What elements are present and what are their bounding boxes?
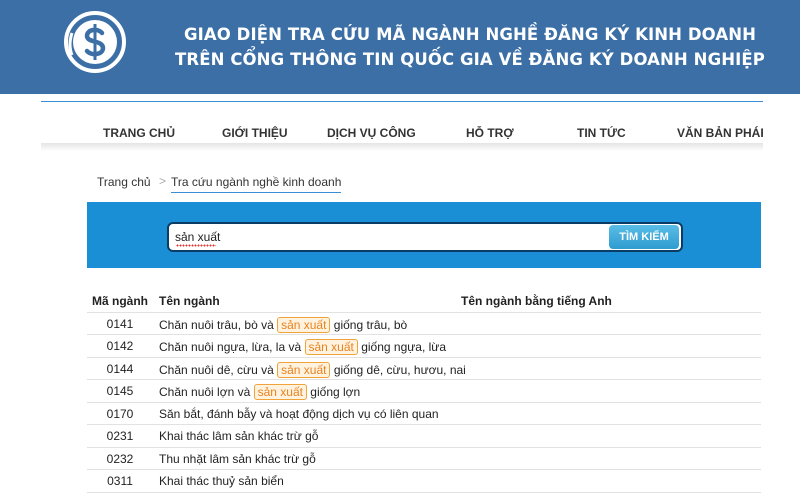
table-row[interactable]: 0232 Thu nhặt lâm sản khác trừ gỗ — [87, 448, 761, 470]
search-panel: TÌM KIẾM — [87, 202, 761, 268]
nav-item-news[interactable]: TIN TỨC — [577, 126, 626, 140]
cell-name: Khai thác thuỷ sản biển — [159, 474, 284, 488]
nav-item-support[interactable]: HỖ TRỢ — [466, 126, 514, 140]
dollar-coin-logo-icon — [64, 11, 126, 73]
search-box: TÌM KIẾM — [167, 222, 683, 252]
cell-code: 0145 — [106, 384, 134, 398]
cell-name: Săn bắt, đánh bẫy và hoạt động dịch vụ c… — [159, 407, 439, 421]
name-text: Chăn nuôi ngựa, lừa, la và — [159, 340, 305, 354]
search-term-highlight: sản xuất — [304, 339, 358, 355]
search-button[interactable]: TÌM KIẾM — [609, 225, 679, 249]
nav-divider — [41, 143, 763, 151]
header-code: Mã ngành — [92, 294, 148, 308]
search-input[interactable] — [175, 228, 605, 246]
name-text: Khai thác lâm sản khác trừ gỗ — [159, 429, 319, 443]
nav-item-about[interactable]: GIỚI THIỆU — [222, 126, 288, 140]
table-row[interactable]: 0170 Săn bắt, đánh bẫy và hoạt động dịch … — [87, 403, 761, 425]
table-row[interactable]: 0311 Khai thác thuỷ sản biển — [87, 470, 761, 493]
header-name: Tên ngành — [159, 294, 220, 308]
cell-code: 0311 — [107, 474, 133, 488]
name-text: Chăn nuôi dê, cừu và — [159, 362, 278, 377]
name-text-after: giống trâu, bò — [330, 317, 408, 332]
name-text-after: giống ngựa, lừa — [357, 340, 446, 354]
banner-title-line-2: TRÊN CỔNG THÔNG TIN QUỐC GIA VỀ ĐĂNG KÝ … — [175, 50, 765, 69]
spellcheck-underline — [176, 244, 216, 247]
name-text-after: giống dê, cừu, hươu, nai — [330, 362, 466, 377]
name-text-after: giống lợn — [306, 385, 361, 399]
header-english-name: Tên ngành bằng tiếng Anh — [461, 294, 612, 308]
banner-title: GIAO DIỆN TRA CỨU MÃ NGÀNH NGHỀ ĐĂNG KÝ … — [150, 22, 790, 72]
search-term-highlight: sản xuất — [253, 384, 307, 400]
breadcrumb-current[interactable]: Tra cứu ngành nghề kinh doanh — [171, 175, 342, 193]
banner-title-line-1: GIAO DIỆN TRA CỨU MÃ NGÀNH NGHỀ ĐĂNG KÝ … — [183, 25, 757, 44]
table-row[interactable]: 0231 Khai thác lâm sản khác trừ gỗ — [87, 425, 761, 448]
name-text: Chăn nuôi trâu, bò và — [159, 317, 278, 332]
cell-code: 0170 — [106, 406, 134, 421]
cell-code: 0232 — [106, 451, 134, 466]
cell-name: Thu nhặt lâm sản khác trừ gỗ — [159, 452, 316, 466]
breadcrumb-separator-icon: > — [159, 174, 167, 188]
cell-code: 0142 — [106, 339, 134, 353]
nav-item-public-services[interactable]: DỊCH VỤ CÔNG — [327, 126, 416, 140]
title-banner: GIAO DIỆN TRA CỨU MÃ NGÀNH NGHỀ ĐĂNG KÝ … — [0, 0, 800, 94]
table-header-row: Mã ngành Tên ngành Tên ngành bằng tiếng … — [87, 290, 761, 313]
table-row[interactable]: 0141 Chăn nuôi trâu, bò và sản xuất giống… — [87, 313, 761, 335]
nav-item-legal-documents[interactable]: VĂN BẢN PHÁP — [677, 126, 763, 140]
cell-name: Khai thác lâm sản khác trừ gỗ — [159, 429, 318, 443]
cell-name: Chăn nuôi ngựa, lừa, la và sản xuất giốn… — [159, 339, 446, 355]
table-row[interactable]: 0144 Chăn nuôi dê, cừu và sản xuất giống … — [87, 358, 761, 380]
table-row[interactable]: 0145 Chăn nuôi lợn và sản xuất giống lợn — [87, 380, 761, 403]
name-text: Thu nhặt lâm sản khác trừ gỗ — [159, 451, 316, 466]
search-term-highlight: sản xuất — [277, 316, 331, 333]
cell-name: Chăn nuôi trâu, bò và sản xuất giống trâ… — [159, 316, 408, 333]
name-text: Khai thác thuỷ sản biển — [159, 474, 284, 488]
table-row[interactable]: 0142 Chăn nuôi ngựa, lừa, la và sản xuất … — [87, 335, 761, 358]
name-text: Săn bắt, đánh bẫy và hoạt động dịch vụ c… — [159, 406, 439, 421]
portal-screenshot: TRANG CHỦ GIỚI THIỆU DỊCH VỤ CÔNG HỖ TRỢ… — [41, 94, 763, 500]
cell-name: Chăn nuôi lợn và sản xuất giống lợn — [159, 384, 360, 400]
cell-code: 0141 — [106, 316, 134, 331]
breadcrumb-home-link[interactable]: Trang chủ — [97, 175, 151, 189]
search-term-highlight: sản xuất — [277, 361, 331, 378]
breadcrumb: Trang chủ > Tra cứu ngành nghề kinh doan… — [97, 174, 397, 195]
cell-code: 0144 — [106, 361, 134, 376]
name-text: Chăn nuôi lợn và — [159, 385, 254, 399]
cell-name: Chăn nuôi dê, cừu và sản xuất giống dê, … — [159, 361, 466, 378]
nav-item-home[interactable]: TRANG CHỦ — [103, 126, 175, 140]
cell-code: 0231 — [106, 429, 134, 443]
